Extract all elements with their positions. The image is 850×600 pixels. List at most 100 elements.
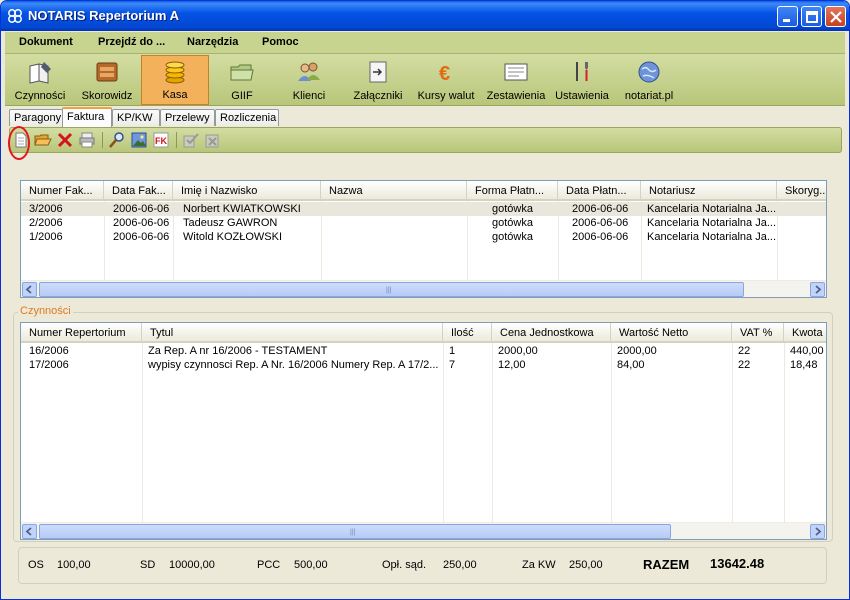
- scroll-left-button[interactable]: [22, 282, 37, 297]
- toolbar-giif-button[interactable]: GIIF: [211, 55, 273, 105]
- column-header[interactable]: Numer Fak...: [21, 181, 104, 201]
- column-header[interactable]: Tytul: [142, 323, 443, 343]
- tab-paragony[interactable]: Paragony: [9, 109, 63, 126]
- scroll-thumb[interactable]: |||: [39, 282, 744, 297]
- column-header[interactable]: Cena Jednostkowa: [492, 323, 611, 343]
- cell: 2/2006: [29, 217, 63, 229]
- people-icon: [298, 62, 320, 81]
- cell: gotówka: [492, 203, 533, 215]
- activities-horizontal-scrollbar[interactable]: |||: [21, 522, 826, 539]
- toolbar-skorowidz-button[interactable]: Skorowidz: [75, 55, 139, 105]
- grid-line: [492, 343, 493, 539]
- cell: 2006-06-06: [113, 203, 170, 215]
- image-icon[interactable]: [130, 131, 148, 149]
- toolbar-zalaczniki-button[interactable]: Załączniki: [345, 55, 411, 105]
- razem-value: 13642.48: [710, 556, 765, 571]
- grid-line: [142, 343, 143, 539]
- delete-icon[interactable]: [56, 131, 74, 149]
- title-bar[interactable]: NOTARIS Repertorium A: [1, 1, 849, 31]
- column-header[interactable]: Imię i Nazwisko: [173, 181, 321, 201]
- print-icon[interactable]: [78, 131, 96, 149]
- toolbar-separator: [176, 132, 177, 148]
- column-header[interactable]: Forma Płatn...: [467, 181, 558, 201]
- scroll-thumb[interactable]: |||: [39, 524, 671, 539]
- toolbar-notariat-button[interactable]: notariat.pl: [617, 55, 681, 105]
- tab-faktura[interactable]: Faktura: [62, 107, 112, 127]
- new-document-icon[interactable]: [12, 131, 30, 149]
- minimize-button[interactable]: [777, 6, 798, 27]
- arrow-left-icon: [25, 285, 32, 294]
- approve-icon[interactable]: [182, 131, 200, 149]
- toolbar-ustawienia-button[interactable]: Ustawienia: [553, 55, 611, 105]
- invoice-toolbar: FK: [9, 127, 842, 153]
- globe-icon: [638, 61, 660, 83]
- menu-narzedzia[interactable]: Narzędzia: [187, 36, 238, 48]
- table-row[interactable]: 17/2006 wypisy czynnosci Rep. A Nr. 16/2…: [21, 358, 826, 372]
- menu-dokument[interactable]: Dokument: [19, 36, 73, 48]
- tab-rozliczenia[interactable]: Rozliczenia: [215, 109, 279, 126]
- cell: Kancelaria Notarialna Ja...: [647, 203, 777, 215]
- toolbar-kasa-button[interactable]: Kasa: [141, 55, 209, 105]
- report-icon: [504, 63, 528, 81]
- column-header[interactable]: Numer Repertorium: [21, 323, 142, 343]
- invoices-table-header: Numer Fak... Data Fak... Imię i Nazwisko…: [21, 181, 826, 201]
- toolbar-zestawienia-button[interactable]: Zestawienia: [481, 55, 551, 105]
- column-header[interactable]: Nazwa: [321, 181, 467, 201]
- cell: Kancelaria Notarialna Ja...: [647, 231, 777, 243]
- cell: 16/2006: [29, 345, 69, 357]
- open-folder-icon[interactable]: [34, 131, 52, 149]
- tab-przelewy[interactable]: Przelewy: [160, 109, 215, 126]
- os-value: 100,00: [57, 559, 91, 571]
- cell: 440,00: [790, 345, 824, 357]
- invoices-table[interactable]: Numer Fak... Data Fak... Imię i Nazwisko…: [20, 180, 827, 298]
- toolbar-kursy-walut-button[interactable]: € Kursy walut: [413, 55, 479, 105]
- column-header[interactable]: Kwota: [784, 323, 826, 343]
- toolbar-klienci-button[interactable]: Klienci: [277, 55, 341, 105]
- cell: 2006-06-06: [113, 217, 170, 229]
- cell: Tadeusz GAWRON: [183, 217, 278, 229]
- cell: 7: [449, 359, 456, 371]
- cell: Kancelaria Notarialna Ja...: [647, 217, 777, 229]
- grid-line: [443, 343, 444, 539]
- scroll-left-button[interactable]: [22, 524, 37, 539]
- cell: 2000,00: [498, 345, 538, 357]
- razem-label: RAZEM: [643, 557, 690, 572]
- cell: [325, 202, 467, 216]
- column-header[interactable]: Wartość Netto: [611, 323, 732, 343]
- search-icon[interactable]: [108, 131, 126, 149]
- sd-value: 10000,00: [169, 559, 215, 571]
- scroll-right-button[interactable]: [810, 524, 825, 539]
- menu-pomoc[interactable]: Pomoc: [262, 36, 299, 48]
- activities-table[interactable]: Numer Repertorium Tytul Ilość Cena Jedno…: [20, 322, 827, 540]
- menu-przejdz-do[interactable]: Przejdź do ...: [98, 36, 165, 48]
- pcc-label: PCC: [257, 559, 281, 571]
- cell: 18,48: [790, 359, 818, 371]
- tab-kp-kw[interactable]: KP/KW: [112, 109, 160, 126]
- column-header[interactable]: Data Płatn...: [558, 181, 641, 201]
- table-row[interactable]: 3/2006 2006-06-06 Norbert KWIATKOWSKI go…: [21, 202, 826, 216]
- app-logo-icon: [8, 9, 22, 23]
- table-row[interactable]: 2/2006 2006-06-06 Tadeusz GAWRON gotówka…: [21, 216, 826, 230]
- book-pen-icon: [29, 62, 51, 84]
- column-header[interactable]: Skoryg...: [777, 181, 826, 201]
- close-icon: [830, 11, 842, 23]
- close-window-button[interactable]: [825, 6, 846, 27]
- cancel-approve-icon[interactable]: [204, 131, 222, 149]
- toolbar-czynnosci-button[interactable]: Czynności: [9, 55, 71, 105]
- column-header[interactable]: Data Fak...: [104, 181, 173, 201]
- scroll-right-button[interactable]: [810, 282, 825, 297]
- table-row[interactable]: 1/2006 2006-06-06 Witold KOZŁOWSKI gotów…: [21, 230, 826, 244]
- euro-icon: €: [439, 63, 450, 85]
- column-header[interactable]: Ilość: [443, 323, 492, 343]
- cell: 22: [738, 345, 751, 357]
- column-header[interactable]: VAT %: [732, 323, 784, 343]
- attachment-icon: [369, 61, 387, 83]
- menu-bar: Dokument Przejdź do ... Narzędzia Pomoc: [5, 32, 845, 54]
- correction-invoice-icon[interactable]: FK: [152, 131, 170, 149]
- cell: 2006-06-06: [113, 231, 170, 243]
- cell: 22: [738, 359, 751, 371]
- maximize-button[interactable]: [801, 6, 822, 27]
- column-header[interactable]: Notariusz: [641, 181, 777, 201]
- invoices-horizontal-scrollbar[interactable]: |||: [21, 280, 826, 297]
- table-row[interactable]: 16/2006 Za Rep. A nr 16/2006 - TESTAMENT…: [21, 344, 826, 358]
